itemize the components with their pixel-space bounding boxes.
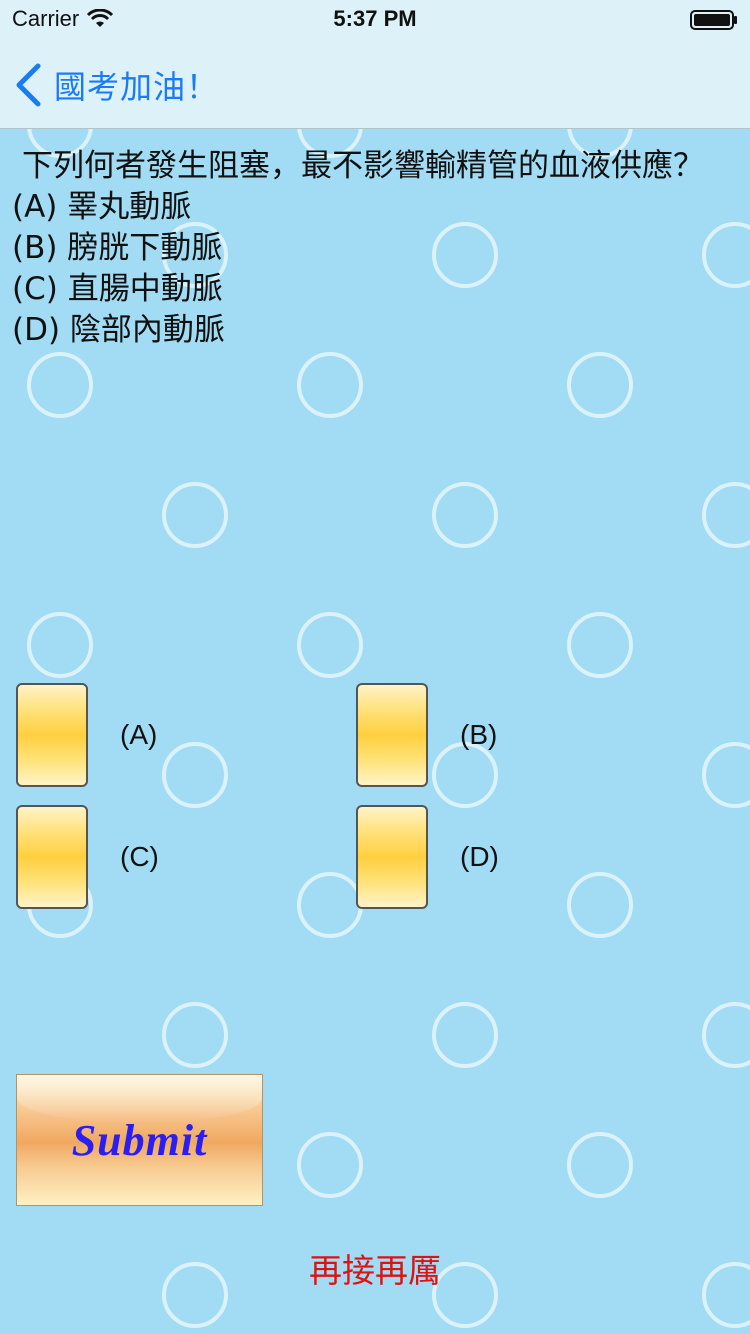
- background-circle: [297, 612, 363, 678]
- question-text: 下列何者發生阻塞，最不影響輸精管的血液供應？: [22, 148, 704, 184]
- submit-button[interactable]: Submit: [16, 1074, 263, 1206]
- choice-c-button[interactable]: [16, 805, 88, 909]
- background-circle: [27, 352, 93, 418]
- back-button-label: 國考加油！: [54, 68, 220, 106]
- status-bar: Carrier 5:37 PM: [0, 0, 750, 40]
- background-circle: [27, 612, 93, 678]
- background-circle: [162, 1002, 228, 1068]
- background-circle: [567, 872, 633, 938]
- choice-d-label: (D): [460, 841, 499, 872]
- background-circle: [702, 482, 750, 548]
- background-circle: [432, 482, 498, 548]
- background-circle: [702, 1002, 750, 1068]
- question-option-b: (B) 膀胱下動脈: [12, 230, 223, 266]
- choice-d: (D): [356, 805, 499, 909]
- question-option-d: (D) 陰部內動脈: [12, 312, 225, 348]
- question-option-a: (A) 睪丸動脈: [12, 189, 192, 225]
- chevron-left-icon: [16, 63, 41, 107]
- choice-b-label: (B): [460, 719, 498, 750]
- choice-a: (A): [16, 683, 157, 787]
- background-circle: [567, 352, 633, 418]
- choice-d-button[interactable]: [356, 805, 428, 909]
- background-circle: [297, 352, 363, 418]
- navigation-bar: 國考加油！: [0, 40, 750, 129]
- choice-b: (B): [356, 683, 497, 787]
- back-button[interactable]: 國考加油！: [14, 62, 219, 108]
- question-option-c: (C) 直腸中動脈: [12, 271, 223, 307]
- question-panel: 下列何者發生阻塞，最不影響輸精管的血液供應？ (A) 睪丸動脈 (B) 膀胱下動…: [12, 146, 738, 351]
- background-circle: [567, 1132, 633, 1198]
- background-circle: [702, 742, 750, 808]
- choice-a-button[interactable]: [16, 683, 88, 787]
- background-circle: [567, 612, 633, 678]
- background-circle: [297, 872, 363, 938]
- background-circle: [162, 742, 228, 808]
- battery-icon: [690, 10, 737, 30]
- feedback-message: 再接再厲: [309, 1251, 441, 1290]
- background-circle: [432, 1002, 498, 1068]
- background-circle: [162, 482, 228, 548]
- choice-c: (C): [16, 805, 159, 909]
- choice-b-button[interactable]: [356, 683, 428, 787]
- choice-c-label: (C): [120, 841, 159, 872]
- status-time: 5:37 PM: [333, 6, 417, 31]
- background-circle: [297, 1132, 363, 1198]
- submit-button-label: Submit: [71, 1115, 208, 1165]
- choice-a-label: (A): [120, 719, 158, 750]
